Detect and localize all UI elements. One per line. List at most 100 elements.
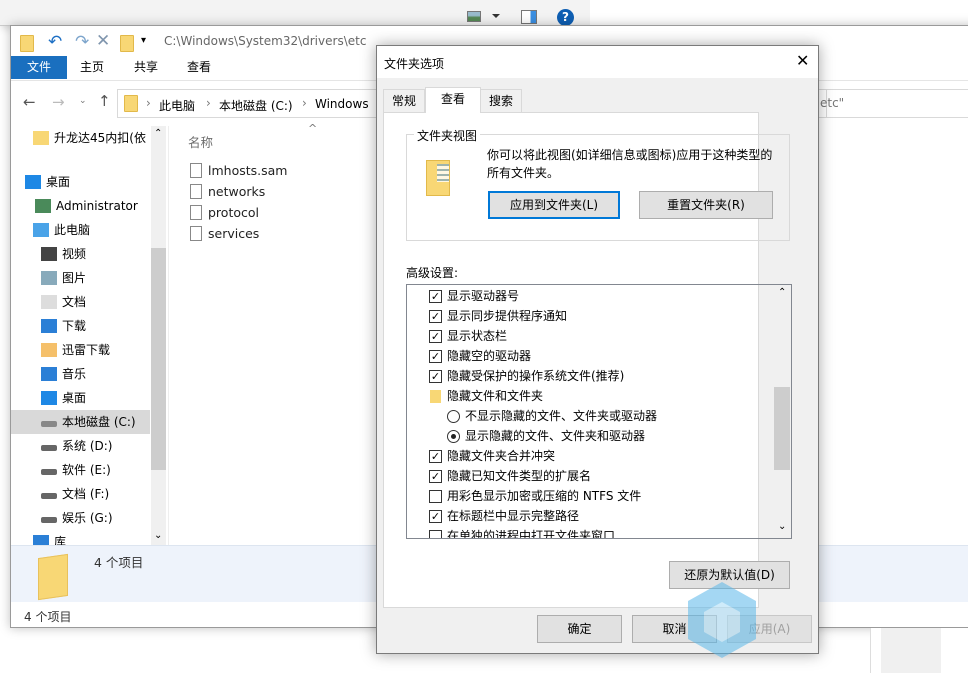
checkbox-checked[interactable]: ✓ [429, 350, 442, 363]
checkbox-unchecked[interactable] [429, 490, 442, 503]
setting-label: 显示同步提供程序通知 [447, 309, 568, 323]
nav-item[interactable]: 桌面 [11, 170, 150, 194]
background-window-fragment [870, 628, 968, 673]
nav-item[interactable]: 库 [11, 530, 150, 545]
nav-item[interactable]: 桌面 [11, 386, 150, 410]
ribbon-tab-file[interactable]: 文件 [11, 56, 67, 79]
undo-icon[interactable]: ↶ [48, 32, 62, 52]
library-icon [33, 535, 49, 545]
back-button[interactable]: ← [23, 93, 36, 111]
checkbox-checked[interactable]: ✓ [429, 470, 442, 483]
ribbon-tab-home[interactable]: 主页 [80, 56, 104, 79]
nav-scrollbar[interactable]: ⌃ ⌄ [151, 126, 166, 545]
desktop-icon [41, 391, 57, 405]
checkbox-checked[interactable]: ✓ [429, 310, 442, 323]
nav-item[interactable]: 视频 [11, 242, 150, 266]
nav-item-label: 娱乐 (G:) [62, 511, 113, 525]
tab-view[interactable]: 查看 [425, 87, 481, 113]
scrollbar-thumb[interactable] [151, 248, 166, 470]
folder-views-icon [426, 160, 450, 196]
nav-item[interactable]: 音乐 [11, 362, 150, 386]
ribbon-tab-view[interactable]: 查看 [187, 56, 211, 79]
checkbox-checked[interactable]: ✓ [429, 510, 442, 523]
dropdown-icon[interactable] [492, 14, 500, 18]
file-icon [190, 163, 202, 178]
recent-locations-button[interactable]: ⌄ [79, 96, 87, 106]
up-button[interactable]: ↑ [98, 92, 111, 110]
sort-ascending-icon: ^ [308, 122, 318, 135]
nav-item-label: 文档 [62, 295, 87, 309]
customize-toolbar-icon[interactable]: ▾ [141, 35, 146, 46]
help-icon[interactable]: ? [557, 9, 574, 26]
folder-icon [20, 35, 34, 52]
file-icon [190, 205, 202, 220]
advanced-settings-list[interactable]: ✓ 显示驱动器号 ✓ 显示同步提供程序通知 ✓ 显示状态栏 ✓ 隐藏空的驱动器 ✓ 隐藏受保护的操… [406, 284, 792, 539]
nav-item[interactable]: 迅雷下载 [11, 338, 150, 362]
radio-unselected[interactable] [447, 410, 460, 423]
nav-item-label: 视频 [62, 247, 87, 261]
file-item[interactable]: networks [188, 181, 388, 202]
nav-item[interactable]: 文档 (F:) [11, 482, 150, 506]
checkbox-checked[interactable]: ✓ [429, 370, 442, 383]
setting-label: 用彩色显示加密或压缩的 NTFS 文件 [447, 489, 642, 503]
ok-button[interactable]: 确定 [537, 615, 622, 643]
close-icon[interactable]: ✕ [796, 51, 809, 70]
nav-item[interactable]: 娱乐 (G:) [11, 506, 150, 530]
folder-icon [33, 131, 49, 145]
tab-panel: 文件夹视图 你可以将此视图(如详细信息或图标)应用于这种类型的所有文件夹。 应用… [383, 112, 792, 608]
redo-icon[interactable]: ↷ [75, 32, 89, 52]
background-window [590, 0, 968, 26]
breadcrumb-windows[interactable]: Windows [315, 97, 369, 111]
music-icon [41, 367, 57, 381]
nav-item[interactable]: 此电脑 [11, 218, 150, 242]
nav-item[interactable]: 本地磁盘 (C:) [11, 410, 150, 434]
file-item[interactable]: services [188, 223, 388, 244]
nav-item[interactable]: Administrator [11, 194, 150, 218]
status-item-count: 4 个项目 [24, 610, 72, 624]
tab-general[interactable]: 常规 [383, 89, 426, 112]
file-item[interactable]: lmhosts.sam [188, 160, 388, 181]
nav-item[interactable]: 升龙达45内扣(依 [11, 126, 150, 150]
video-icon [41, 247, 57, 261]
thunder-folder-icon [41, 343, 57, 357]
scrollbar-thumb[interactable] [774, 387, 790, 470]
reset-folders-button[interactable]: 重置文件夹(R) [639, 191, 773, 219]
radio-selected[interactable] [447, 430, 460, 443]
pane-icon[interactable] [521, 10, 537, 24]
delete-icon[interactable]: ✕ [96, 31, 110, 51]
checkbox-checked[interactable]: ✓ [429, 330, 442, 343]
pictures-icon [41, 271, 57, 285]
nav-item-label: 音乐 [62, 367, 87, 381]
nav-item[interactable]: 图片 [11, 266, 150, 290]
background-window-toolbar: ? [0, 0, 590, 26]
tab-search[interactable]: 搜索 [480, 89, 523, 112]
nav-item[interactable]: 系统 (D:) [11, 434, 150, 458]
breadcrumb-local-disk[interactable]: 本地磁盘 (C:) [219, 97, 293, 114]
nav-item[interactable]: 软件 (E:) [11, 458, 150, 482]
file-item[interactable]: protocol [188, 202, 388, 223]
search-box[interactable]: etc" [801, 89, 968, 118]
checkbox-checked[interactable]: ✓ [429, 450, 442, 463]
folder-large-icon [38, 553, 68, 601]
computer-icon [33, 223, 49, 237]
nav-item[interactable]: 文档 [11, 290, 150, 314]
user-icon [35, 199, 51, 213]
breadcrumb-this-pc[interactable]: 此电脑 [159, 97, 195, 114]
new-folder-icon[interactable] [120, 35, 134, 52]
ribbon-tab-share[interactable]: 共享 [134, 56, 158, 79]
preview-icon[interactable] [467, 11, 481, 22]
setting-label: 隐藏文件和文件夹 [447, 389, 544, 403]
nav-item-label: 下载 [62, 319, 87, 333]
forward-button[interactable]: → [52, 93, 65, 111]
apply-to-folders-button[interactable]: 应用到文件夹(L) [488, 191, 620, 219]
setting-label: 显示驱动器号 [447, 289, 520, 303]
watermark-logo [686, 580, 758, 660]
nav-item-label: 本地磁盘 (C:) [62, 415, 136, 429]
nav-item[interactable]: 下载 [11, 314, 150, 338]
settings-scrollbar[interactable]: ⌃ ⌄ [773, 285, 791, 538]
column-header-name[interactable]: 名称 [188, 132, 213, 151]
setting-label: 不显示隐藏的文件、文件夹或驱动器 [465, 409, 658, 423]
checkbox-unchecked[interactable] [429, 530, 442, 538]
nav-item-label: 迅雷下载 [62, 343, 111, 357]
checkbox-checked[interactable]: ✓ [429, 290, 442, 303]
